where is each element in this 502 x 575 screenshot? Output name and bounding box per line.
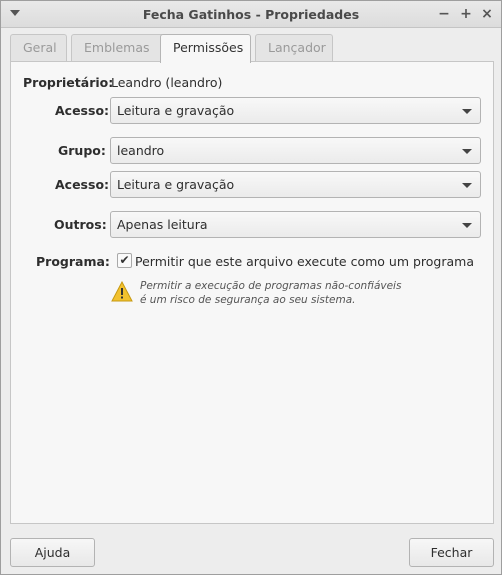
- others-access-dropdown[interactable]: Apenas leitura: [110, 211, 481, 238]
- window-title: Fecha Gatinhos - Propriedades: [142, 7, 360, 22]
- chevron-down-icon: [462, 183, 472, 188]
- minimize-button[interactable]: −: [435, 5, 453, 23]
- group-access-dropdown[interactable]: Leitura e gravação: [110, 171, 481, 198]
- close-button[interactable]: Fechar: [409, 538, 494, 567]
- permissions-panel: Proprietário: Leandro (leandro) Acesso: …: [10, 61, 494, 524]
- warning-text-line2: é um risco de segurança ao seu sistema.: [140, 294, 356, 306]
- group-dropdown[interactable]: leandro: [110, 137, 481, 164]
- execute-checkbox[interactable]: ✔: [117, 253, 132, 268]
- group-access-value: Leitura e gravação: [117, 177, 235, 192]
- tab-geral[interactable]: Geral: [10, 34, 67, 62]
- warning-text-line1: Permitir a execução de programas não-con…: [140, 280, 402, 292]
- group-value: leandro: [117, 143, 165, 158]
- chevron-down-icon: [462, 149, 472, 154]
- execute-checkbox-label[interactable]: Permitir que este arquivo execute como u…: [135, 254, 474, 269]
- chevron-down-icon: [462, 223, 472, 228]
- properties-window: Fecha Gatinhos - Propriedades − + × Gera…: [0, 0, 502, 575]
- owner-access-label: Acesso:: [55, 103, 110, 118]
- others-value: Apenas leitura: [117, 217, 208, 232]
- title-bar[interactable]: Fecha Gatinhos - Propriedades − + ×: [1, 1, 501, 28]
- group-access-label: Acesso:: [55, 177, 110, 192]
- warning-icon: [111, 281, 133, 302]
- program-label: Programa:: [36, 254, 110, 269]
- tab-emblemas[interactable]: Emblemas: [71, 34, 165, 62]
- tab-permissoes[interactable]: Permissões: [160, 34, 251, 63]
- tab-lancador[interactable]: Lançador: [255, 34, 333, 62]
- others-label: Outros:: [54, 217, 107, 232]
- owner-value: Leandro (leandro): [111, 75, 223, 90]
- chevron-down-icon: [462, 109, 472, 114]
- maximize-button[interactable]: +: [457, 5, 475, 23]
- owner-access-value: Leitura e gravação: [117, 103, 235, 118]
- close-window-button[interactable]: ×: [478, 5, 496, 23]
- owner-access-dropdown[interactable]: Leitura e gravação: [110, 97, 481, 124]
- help-button[interactable]: Ajuda: [10, 538, 95, 567]
- owner-label: Proprietário:: [23, 75, 114, 90]
- group-label: Grupo:: [58, 143, 106, 158]
